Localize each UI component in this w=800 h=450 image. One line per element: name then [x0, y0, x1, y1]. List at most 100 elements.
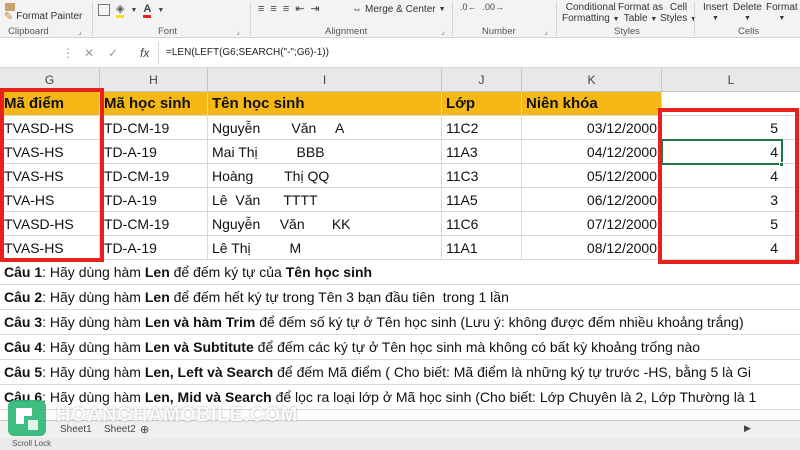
- ribbon-separator: [92, 2, 93, 36]
- chevron-down-icon[interactable]: ▼: [130, 7, 137, 14]
- cell-ma-diem[interactable]: TVASD-HS: [0, 116, 100, 139]
- scroll-right-icon[interactable]: ▶: [744, 423, 751, 434]
- cell-ma-diem[interactable]: TVAS-HS: [0, 164, 100, 187]
- delete-button[interactable]: Delete ▼: [733, 2, 762, 24]
- question-text: Câu 4: Hãy dùng hàm Len và Subtitute để …: [4, 339, 701, 355]
- clipboard-launcher-icon[interactable]: ⌟: [78, 27, 82, 36]
- cell-ten-hoc-sinh[interactable]: Nguyễn Văn A: [208, 116, 442, 139]
- cell-ma-hoc-sinh[interactable]: TD-CM-19: [100, 116, 208, 139]
- chevron-down-icon: ▼: [650, 16, 658, 23]
- column-header-i[interactable]: I: [208, 68, 442, 92]
- border-icon[interactable]: [98, 4, 110, 16]
- header-cell-nien-khoa[interactable]: Niên khóa: [522, 92, 662, 115]
- watermark-logo-icon: [8, 400, 46, 436]
- cell-nien-khoa[interactable]: 07/12/2000: [522, 212, 662, 235]
- cell-ma-hoc-sinh[interactable]: TD-A-19: [100, 188, 208, 211]
- column-header-g[interactable]: G: [0, 68, 100, 92]
- cell-result[interactable]: 4: [662, 140, 800, 163]
- conditional-formatting-button[interactable]: Conditional Formatting ▼: [562, 2, 620, 25]
- header-cell-ma-hoc-sinh[interactable]: Mã học sinh: [100, 92, 208, 115]
- cell-ma-diem[interactable]: TVA-HS: [0, 188, 100, 211]
- cell-lop[interactable]: 11A5: [442, 188, 522, 211]
- number-launcher-icon[interactable]: ⌟: [544, 27, 548, 36]
- column-header-j[interactable]: J: [442, 68, 522, 92]
- question-row[interactable]: Câu 2: Hãy dùng hàm Len để đếm hết ký tự…: [0, 285, 800, 310]
- cell-lop[interactable]: 11A1: [442, 236, 522, 259]
- column-header-h[interactable]: H: [100, 68, 208, 92]
- font-group-label: Font: [158, 26, 178, 37]
- cell-ma-hoc-sinh[interactable]: TD-A-19: [100, 236, 208, 259]
- enter-check-icon[interactable]: ✓: [108, 46, 118, 60]
- format-button[interactable]: Format ▼: [766, 2, 798, 24]
- cell-ma-hoc-sinh[interactable]: TD-CM-19: [100, 212, 208, 235]
- increase-decimal-icon[interactable]: .00→: [483, 2, 505, 12]
- column-header-k[interactable]: K: [522, 68, 662, 92]
- cell-ma-diem[interactable]: TVAS-HS: [0, 236, 100, 259]
- cell-nien-khoa[interactable]: 05/12/2000: [522, 164, 662, 187]
- cell-ten-hoc-sinh[interactable]: Hoàng Thị QQ: [208, 164, 442, 187]
- cell-ten-hoc-sinh[interactable]: Lê Thị M: [208, 236, 442, 259]
- chevron-down-icon[interactable]: ▼: [157, 7, 164, 14]
- number-group-label: Number: [482, 26, 516, 37]
- chevron-down-icon: ▼: [712, 15, 719, 22]
- cell-lop[interactable]: 11C6: [442, 212, 522, 235]
- cell-styles-button[interactable]: Cell Styles ▼: [660, 2, 697, 25]
- formula-input[interactable]: =LEN(LEFT(G6;SEARCH("-";G6)-1)): [166, 47, 329, 58]
- question-text: Câu 5: Hãy dùng hàm Len, Left và Search …: [4, 364, 751, 380]
- insert-function-icon[interactable]: fx: [140, 46, 149, 60]
- cell-ma-diem[interactable]: TVAS-HS: [0, 140, 100, 163]
- alignment-launcher-icon[interactable]: ⌟: [441, 27, 445, 36]
- worksheet-grid: Mã điểm Mã học sinh Tên học sinh Lớp Niê…: [0, 88, 800, 430]
- cell-nien-khoa[interactable]: 08/12/2000: [522, 236, 662, 259]
- format-painter-button[interactable]: ✎ Format Painter: [4, 10, 82, 23]
- formula-bar: ⋮ ✕ ✓ fx =LEN(LEFT(G6;SEARCH("-";G6)-1)): [0, 38, 800, 68]
- cell-result[interactable]: 4: [662, 164, 800, 187]
- question-row[interactable]: Câu 4: Hãy dùng hàm Len và Subtitute để …: [0, 335, 800, 360]
- question-row[interactable]: Câu 1: Hãy dùng hàm Len để đếm ký tự của…: [0, 260, 800, 285]
- cancel-icon[interactable]: ✕: [84, 46, 94, 60]
- outdent-icon[interactable]: ⇤: [295, 2, 304, 15]
- cell-nien-khoa[interactable]: 06/12/2000: [522, 188, 662, 211]
- fill-color-icon[interactable]: ◈: [116, 2, 125, 18]
- cell-nien-khoa[interactable]: 04/12/2000: [522, 140, 662, 163]
- question-row[interactable]: Câu 5: Hãy dùng hàm Len, Left và Search …: [0, 360, 800, 385]
- question-text: Câu 1: Hãy dùng hàm Len để đếm ký tự của…: [4, 264, 373, 280]
- align-center-icon[interactable]: ≡: [270, 3, 276, 15]
- ribbon-separator: [694, 2, 695, 36]
- cell-nien-khoa[interactable]: 03/12/2000: [522, 116, 662, 139]
- fill-handle[interactable]: [779, 162, 784, 167]
- header-cell-empty[interactable]: [662, 92, 800, 115]
- decrease-decimal-icon[interactable]: .0←: [460, 2, 477, 12]
- font-launcher-icon[interactable]: ⌟: [236, 27, 240, 36]
- format-as-table-button[interactable]: Format as Table ▼: [618, 2, 663, 25]
- cells-group-label: Cells: [738, 26, 760, 37]
- cell-lop[interactable]: 11C3: [442, 164, 522, 187]
- align-right-icon[interactable]: ≡: [283, 3, 289, 15]
- more-options-icon[interactable]: ⋮: [62, 46, 74, 60]
- insert-button[interactable]: Insert ▼: [703, 2, 728, 24]
- ribbon: ✎ Format Painter Clipboard ⌟ ◈ ▼ A ▼ Fon…: [0, 0, 800, 38]
- cell-ten-hoc-sinh[interactable]: Mai Thị BBB: [208, 140, 442, 163]
- name-box[interactable]: [0, 42, 60, 64]
- cell-ten-hoc-sinh[interactable]: Nguyễn Văn KK: [208, 212, 442, 235]
- cell-result[interactable]: 5: [662, 212, 800, 235]
- number-tools: .0← .00→: [460, 2, 504, 12]
- cell-result[interactable]: 5: [662, 116, 800, 139]
- header-cell-ma-diem[interactable]: Mã điểm: [0, 92, 100, 115]
- cell-ma-hoc-sinh[interactable]: TD-CM-19: [100, 164, 208, 187]
- merge-center-button[interactable]: ⇔ Merge & Center ▼: [352, 4, 446, 15]
- cell-ma-hoc-sinh[interactable]: TD-A-19: [100, 140, 208, 163]
- font-color-icon[interactable]: A: [143, 3, 152, 18]
- cell-lop[interactable]: 11A3: [442, 140, 522, 163]
- cell-ma-diem[interactable]: TVASD-HS: [0, 212, 100, 235]
- column-header-l[interactable]: L: [662, 68, 800, 92]
- cell-result[interactable]: 3: [662, 188, 800, 211]
- cell-lop[interactable]: 11C2: [442, 116, 522, 139]
- question-row[interactable]: Câu 3: Hãy dùng hàm Len và hàm Trim để đ…: [0, 310, 800, 335]
- header-cell-ten-hoc-sinh[interactable]: Tên học sinh: [208, 92, 442, 115]
- cell-ten-hoc-sinh[interactable]: Lê Văn TTTT: [208, 188, 442, 211]
- align-left-icon[interactable]: ≡: [258, 3, 264, 15]
- cell-result[interactable]: 4: [662, 236, 800, 259]
- header-cell-lop[interactable]: Lớp: [442, 92, 522, 115]
- indent-icon[interactable]: ⇥: [310, 2, 319, 15]
